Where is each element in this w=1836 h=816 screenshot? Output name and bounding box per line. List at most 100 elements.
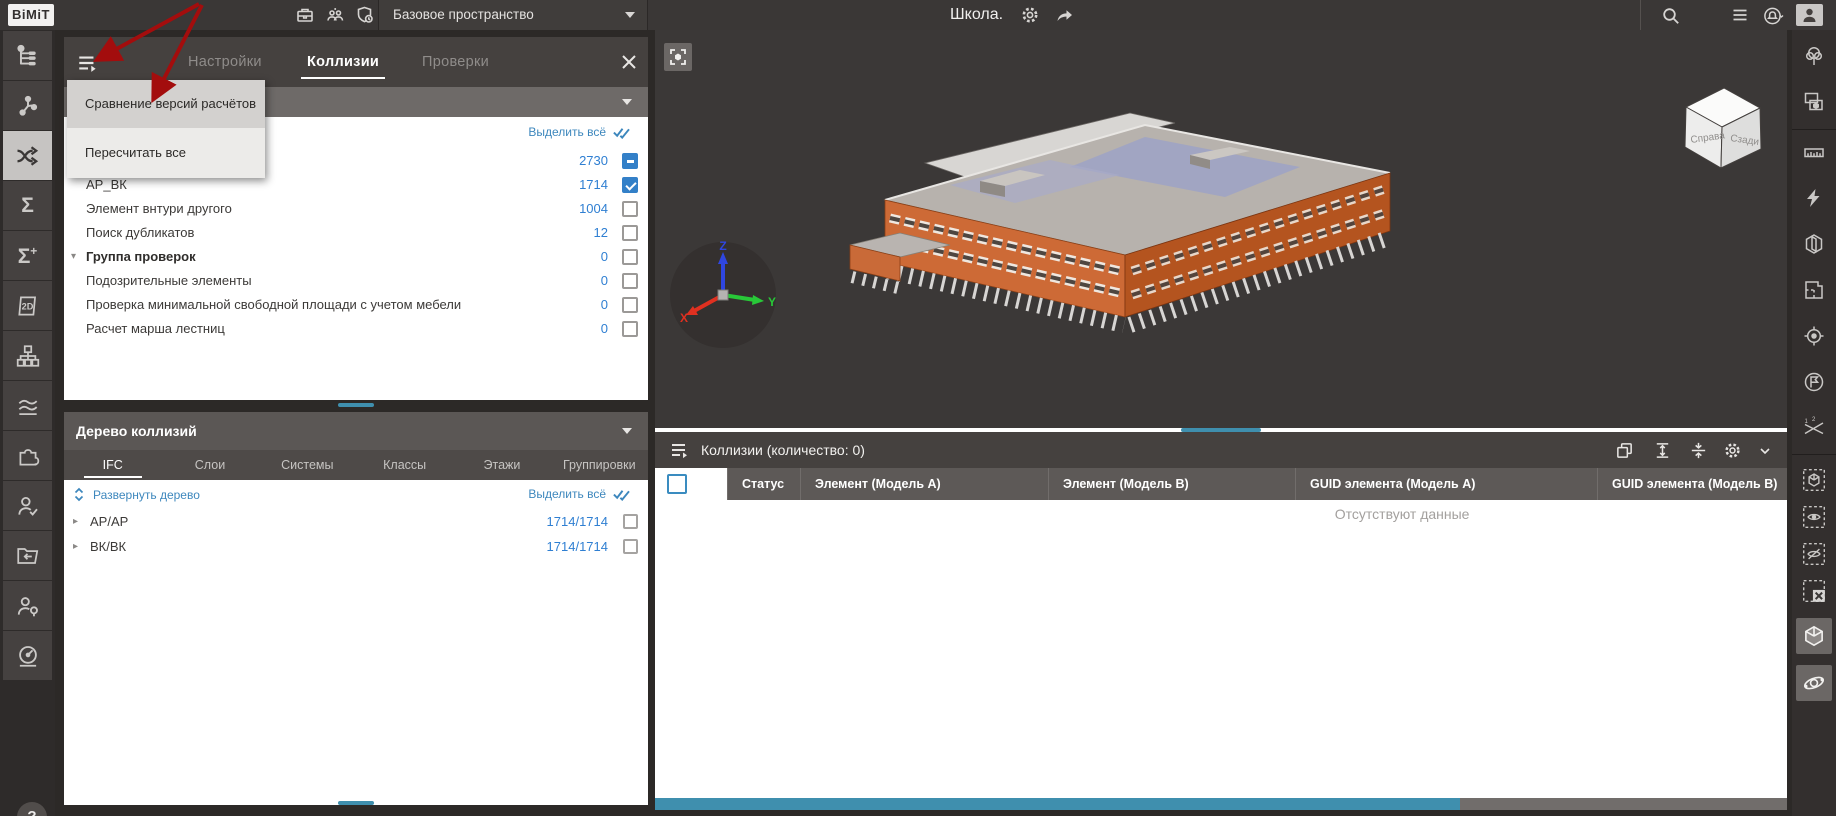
- branch-icon[interactable]: [3, 81, 52, 130]
- projects-briefcase-icon[interactable]: [295, 5, 315, 25]
- collisions-shuffle-icon[interactable]: [3, 131, 52, 180]
- measure-axes-icon[interactable]: 1 2: [1796, 410, 1832, 446]
- tree-row[interactable]: ▸ АР/АР 1714/1714: [64, 510, 648, 534]
- check-row[interactable]: Расчет марша лестниц 0: [64, 317, 648, 341]
- expander-icon[interactable]: ▸: [73, 535, 78, 559]
- menu-item-compare-versions[interactable]: Сравнение версий расчётов: [67, 80, 265, 128]
- checkbox[interactable]: [622, 225, 638, 241]
- ruler-icon[interactable]: [1796, 134, 1832, 170]
- project-settings-gear-icon[interactable]: [1020, 5, 1040, 25]
- tree-tab-layers[interactable]: Слои: [161, 450, 258, 480]
- notifications-bell-icon[interactable]: [1762, 5, 1782, 25]
- tree-tab-ifc[interactable]: IFC: [64, 450, 161, 480]
- search-icon[interactable]: [1660, 5, 1680, 25]
- column-guid-b[interactable]: GUID элемента (Модель B): [1597, 468, 1787, 500]
- tree-tab-floors[interactable]: Этажи: [453, 450, 550, 480]
- select-all-link[interactable]: Выделить всё: [528, 125, 632, 139]
- trend-lines-icon[interactable]: [3, 381, 52, 430]
- puzzle-icon[interactable]: [3, 431, 52, 480]
- org-chart-icon[interactable]: [3, 331, 52, 380]
- tree-tab-systems[interactable]: Системы: [259, 450, 356, 480]
- column-element-a[interactable]: Элемент (Модель A): [800, 468, 1048, 500]
- panel-menu-button[interactable]: [76, 51, 100, 75]
- fit-rows-icon[interactable]: [1689, 441, 1708, 460]
- axis-gizmo[interactable]: Z X Y: [668, 240, 778, 350]
- panel-split-handle[interactable]: [338, 403, 374, 407]
- solid-cube-icon[interactable]: [1796, 618, 1832, 654]
- floorplan-icon[interactable]: [1796, 272, 1832, 308]
- help-button[interactable]: ?: [17, 802, 47, 816]
- table-menu-button[interactable]: [669, 439, 691, 461]
- team-users-icon[interactable]: [325, 5, 345, 25]
- show-eye-icon[interactable]: [1796, 499, 1832, 535]
- checkbox[interactable]: [622, 249, 638, 265]
- shield-sync-icon[interactable]: [355, 5, 375, 25]
- check-row[interactable]: Проверка минимальной свободной площади с…: [64, 293, 648, 317]
- checkbox[interactable]: [622, 273, 638, 289]
- expand-rows-icon[interactable]: [1653, 441, 1672, 460]
- tree-tab-classes[interactable]: Классы: [356, 450, 453, 480]
- checkbox-indeterminate[interactable]: [622, 153, 638, 169]
- check-row[interactable]: Элемент внтури другого 1004: [64, 197, 648, 221]
- column-guid-a[interactable]: GUID элемента (Модель A): [1295, 468, 1597, 500]
- bimit-app-window: BiMiT Базовое пространство Школа.: [0, 0, 1836, 816]
- sigma-plus-icon[interactable]: Σ+: [3, 231, 52, 280]
- 2d-view-icon[interactable]: 2D: [3, 281, 52, 330]
- select-all-checkbox[interactable]: [667, 474, 687, 494]
- viewport-3d[interactable]: Z X Y Справа Сзади: [655, 30, 1787, 428]
- close-icon[interactable]: [620, 53, 638, 71]
- menu-item-recalculate-all[interactable]: Пересчитать все: [67, 128, 265, 178]
- horizontal-scrollbar[interactable]: [655, 798, 1787, 810]
- tab-checks[interactable]: Проверки: [422, 37, 489, 87]
- expander-icon[interactable]: ▸: [73, 510, 78, 534]
- collision-tree-header[interactable]: Дерево коллизий: [64, 412, 648, 450]
- check-row[interactable]: Подозрительные элементы 0: [64, 269, 648, 293]
- flag-icon[interactable]: [1796, 364, 1832, 400]
- folder-export-icon[interactable]: [3, 531, 52, 580]
- school-building-model[interactable]: [830, 85, 1430, 355]
- checkbox[interactable]: [622, 201, 638, 217]
- tree-row[interactable]: ▸ ВК/ВК 1714/1714: [64, 535, 648, 559]
- column-status[interactable]: Статус: [727, 468, 800, 500]
- locate-target-icon[interactable]: [1796, 318, 1832, 354]
- check-row[interactable]: Поиск дубликатов 12: [64, 221, 648, 245]
- tree-select-all-link[interactable]: Выделить всё: [528, 487, 632, 501]
- checkbox[interactable]: [623, 514, 638, 529]
- selection-area-icon[interactable]: [1796, 84, 1832, 120]
- person-check-icon[interactable]: [3, 481, 52, 530]
- checkbox-checked[interactable]: [622, 177, 638, 193]
- table-settings-gear-icon[interactable]: [1723, 441, 1742, 460]
- share-icon[interactable]: [1054, 5, 1074, 25]
- checkbox[interactable]: [622, 321, 638, 337]
- bimit-logo[interactable]: BiMiT: [8, 4, 54, 26]
- hide-eye-icon[interactable]: [1796, 536, 1832, 572]
- checkbox[interactable]: [623, 539, 638, 554]
- focus-selection-button[interactable]: [664, 43, 692, 71]
- copy-icon[interactable]: [1615, 441, 1634, 460]
- user-account-button[interactable]: [1796, 4, 1823, 26]
- column-element-b[interactable]: Элемент (Модель B): [1048, 468, 1295, 500]
- sigma-icon[interactable]: Σ: [3, 181, 52, 230]
- view-cube[interactable]: Справа Сзади: [1672, 75, 1772, 175]
- chevron-down-icon: [622, 428, 632, 434]
- lightning-icon[interactable]: [1796, 180, 1832, 216]
- person-pin-icon[interactable]: [3, 581, 52, 630]
- isolate-cube-icon[interactable]: [1796, 462, 1832, 498]
- tree-tab-groups[interactable]: Группировки: [551, 450, 648, 480]
- panel-bottom-handle[interactable]: [338, 801, 374, 805]
- nature-tree-icon[interactable]: [1796, 38, 1832, 74]
- check-group-row[interactable]: ▾ Группа проверок 0: [64, 245, 648, 269]
- gauge-icon[interactable]: [3, 631, 52, 680]
- orbit-icon[interactable]: [1796, 665, 1832, 701]
- scrollbar-thumb[interactable]: [655, 798, 1460, 810]
- clear-selection-x-icon[interactable]: [1796, 573, 1832, 609]
- cube-section-icon[interactable]: [1796, 226, 1832, 262]
- model-tree-icon[interactable]: [3, 31, 52, 80]
- workspace-dropdown[interactable]: Базовое пространство: [378, 0, 648, 30]
- expander-icon[interactable]: ▾: [71, 245, 76, 269]
- expand-tree-link[interactable]: Развернуть дерево: [72, 487, 200, 502]
- menu-list-icon[interactable]: [1730, 5, 1750, 25]
- checkbox[interactable]: [622, 297, 638, 313]
- tab-collisions[interactable]: Коллизии: [307, 37, 379, 87]
- chevron-down-icon[interactable]: [1757, 443, 1773, 459]
